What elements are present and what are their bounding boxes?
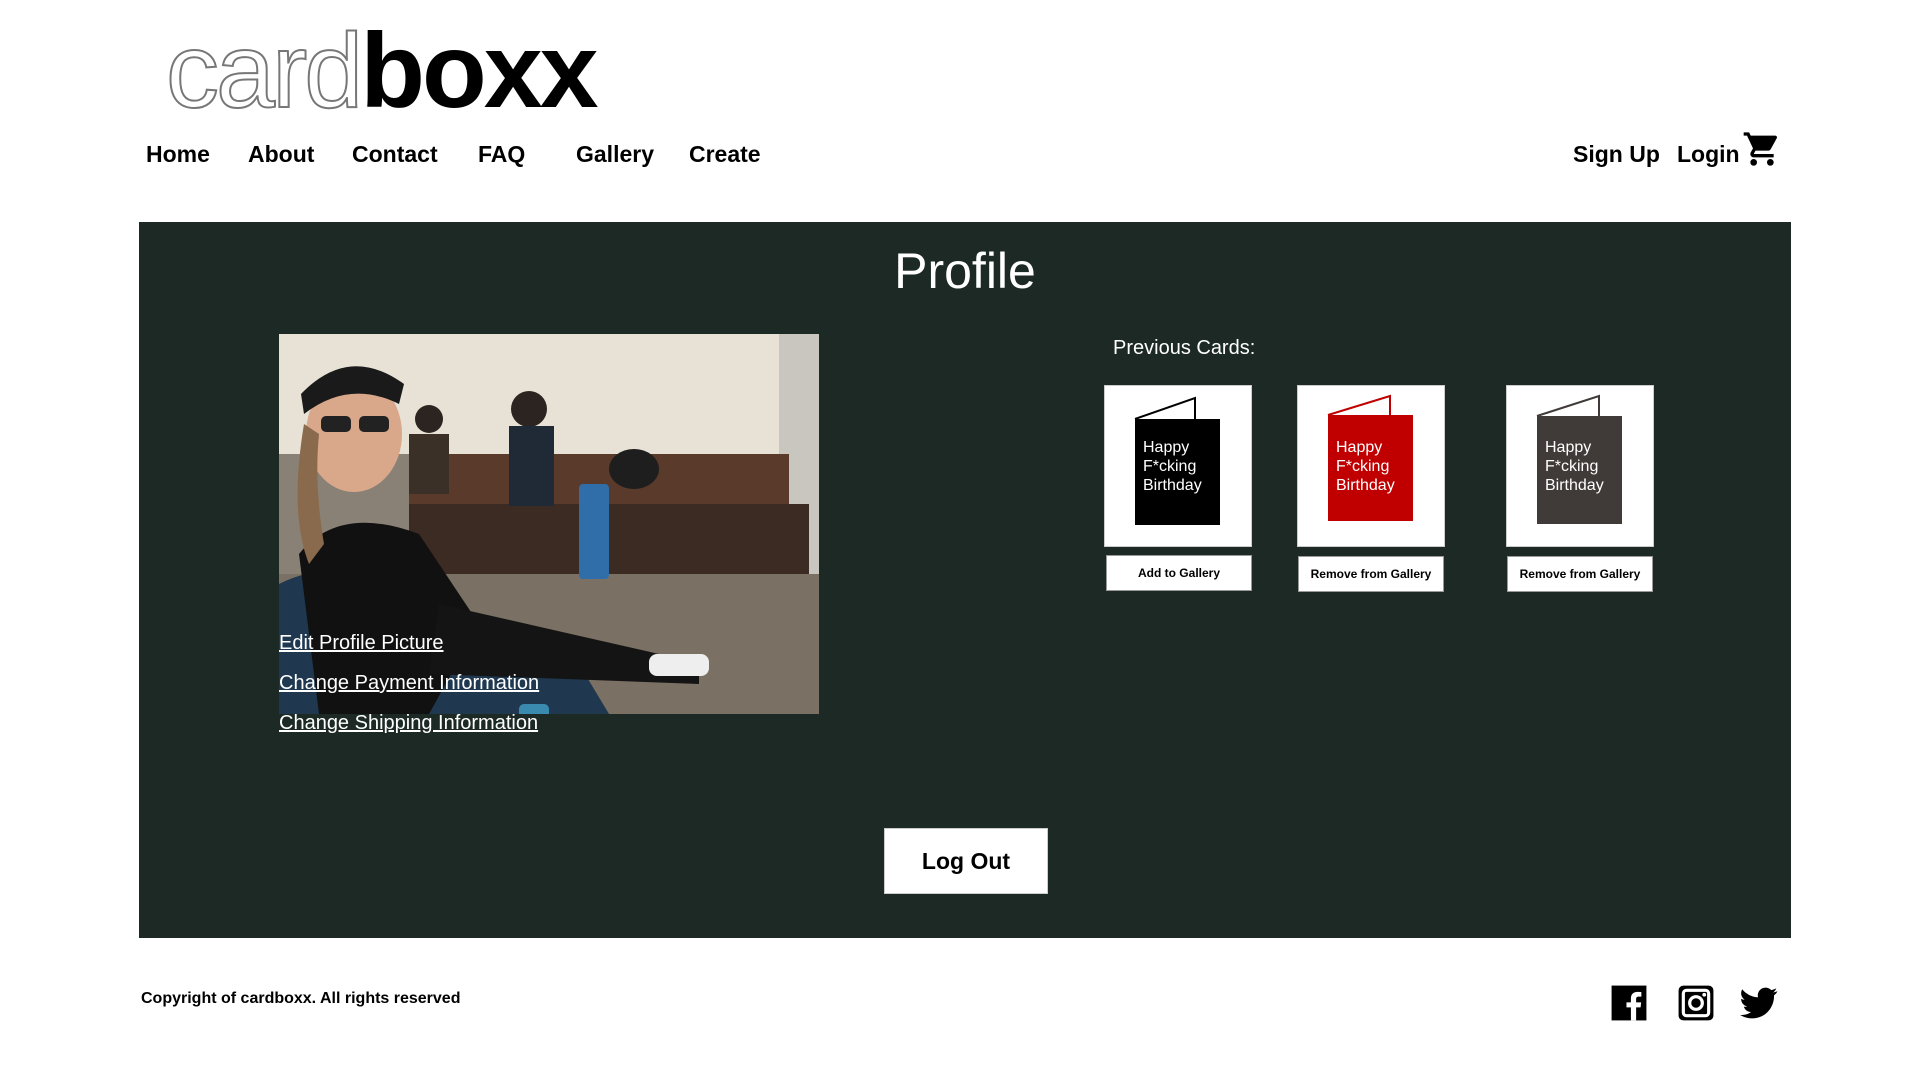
brand-logo[interactable]: cardboxx [165, 17, 599, 125]
change-payment-link[interactable]: Change Payment Information [279, 672, 539, 695]
nav-contact[interactable]: Contact [352, 141, 438, 168]
previous-cards-label: Previous Cards: [1113, 337, 1256, 359]
card-text: Happy F*cking Birthday [1143, 439, 1202, 494]
nav-home[interactable]: Home [146, 141, 210, 168]
login-link[interactable]: Login [1677, 141, 1740, 168]
remove-from-gallery-button[interactable]: Remove from Gallery [1298, 556, 1444, 592]
nav-faq[interactable]: FAQ [478, 141, 525, 168]
signup-link[interactable]: Sign Up [1573, 141, 1660, 168]
twitter-icon[interactable] [1740, 984, 1778, 1022]
logout-button[interactable]: Log Out [884, 828, 1048, 894]
nav-create[interactable]: Create [689, 141, 761, 168]
logo-part-boxx: boxx [360, 12, 598, 130]
logo-part-card: card [165, 12, 364, 130]
cart-icon[interactable] [1742, 129, 1782, 169]
edit-profile-picture-link[interactable]: Edit Profile Picture [279, 632, 444, 655]
nav-gallery[interactable]: Gallery [576, 141, 654, 168]
card-thumbnail[interactable]: Happy F*cking Birthday [1506, 385, 1654, 547]
copyright-text: Copyright of cardboxx. All rights reserv… [141, 990, 461, 1007]
instagram-icon[interactable] [1677, 984, 1715, 1022]
remove-from-gallery-button[interactable]: Remove from Gallery [1507, 556, 1653, 592]
change-shipping-link[interactable]: Change Shipping Information [279, 712, 538, 735]
card-thumbnail[interactable]: Happy F*cking Birthday [1104, 385, 1252, 547]
card-text: Happy F*cking Birthday [1545, 439, 1604, 494]
page-title: Profile [894, 243, 1036, 299]
profile-panel: Profile Edit Profile Picture Change Paym… [139, 222, 1791, 938]
card-text: Happy F*cking Birthday [1336, 439, 1395, 494]
nav-about[interactable]: About [248, 141, 314, 168]
facebook-icon[interactable] [1610, 984, 1648, 1022]
profile-picture [279, 334, 819, 714]
card-thumbnail[interactable]: Happy F*cking Birthday [1297, 385, 1445, 547]
add-to-gallery-button[interactable]: Add to Gallery [1106, 555, 1252, 591]
